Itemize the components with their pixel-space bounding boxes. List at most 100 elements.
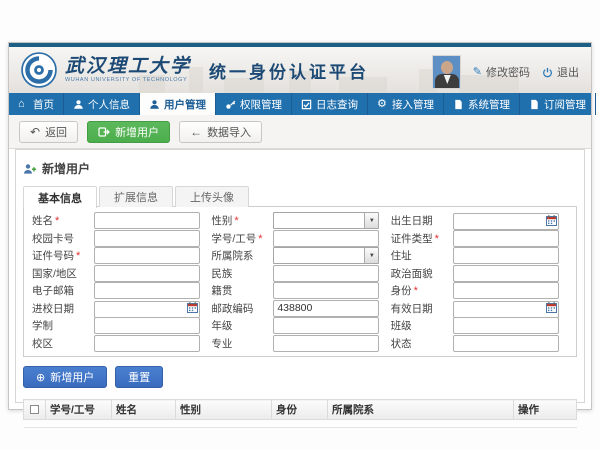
data-import-button[interactable]: ← 数据导入 bbox=[179, 121, 262, 143]
col-gender: 性别 bbox=[176, 400, 272, 420]
nav-label: 日志查询 bbox=[316, 97, 358, 112]
gender-select[interactable]: ▼ bbox=[273, 212, 379, 229]
entry-date-input[interactable] bbox=[94, 301, 200, 318]
select-all-checkbox[interactable] bbox=[30, 405, 39, 414]
user-icon bbox=[73, 99, 84, 110]
study-length-input[interactable] bbox=[94, 317, 200, 334]
identity-input[interactable] bbox=[453, 282, 559, 299]
nav-tab-home[interactable]: ⌂ 首页 bbox=[9, 93, 64, 115]
toolbar: ↶ 返回 新增用户 ← 数据导入 bbox=[9, 115, 591, 149]
submit-label: 新增用户 bbox=[50, 369, 94, 385]
email-input[interactable] bbox=[94, 282, 200, 299]
class-label: 班级 bbox=[391, 318, 453, 333]
main-nav: ⌂ 首页 个人信息 用户管理 权限管理 日志查询 ⚙ 接入管理 bbox=[9, 93, 591, 115]
import-arrow-icon: ← bbox=[190, 126, 202, 138]
department-select[interactable]: ▼ bbox=[273, 247, 379, 264]
reset-button[interactable]: 重置 bbox=[115, 366, 163, 388]
tab-upload-avatar[interactable]: 上传头像 bbox=[175, 186, 249, 207]
key-icon bbox=[225, 99, 236, 110]
user-table: 学号/工号 姓名 性别 身份 所属院系 操作 bbox=[23, 399, 577, 428]
class-input[interactable] bbox=[453, 317, 559, 334]
content-panel: 新增用户 基本信息 扩展信息 上传头像 姓名* 性别*▼ 出生日期 bbox=[15, 149, 585, 403]
calendar-icon[interactable] bbox=[187, 302, 198, 313]
campus-card-label: 校园卡号 bbox=[32, 231, 94, 246]
add-user-icon bbox=[98, 126, 110, 138]
address-input[interactable] bbox=[453, 247, 559, 264]
valid-date-input[interactable] bbox=[453, 301, 559, 318]
form-actions: ⊕ 新增用户 重置 bbox=[23, 366, 577, 388]
status-input[interactable] bbox=[453, 335, 559, 352]
user-icon bbox=[149, 99, 160, 110]
country-label: 国家/地区 bbox=[32, 266, 94, 281]
user-avatar[interactable] bbox=[432, 55, 461, 89]
add-user-section-icon bbox=[23, 163, 37, 175]
file-icon bbox=[453, 99, 464, 110]
submit-add-user-button[interactable]: ⊕ 新增用户 bbox=[23, 366, 107, 388]
change-password-label: 修改密码 bbox=[486, 64, 530, 80]
major-label: 专业 bbox=[211, 336, 273, 351]
nav-label: 首页 bbox=[33, 97, 54, 112]
col-department: 所属院系 bbox=[328, 400, 514, 420]
section-title-row: 新增用户 bbox=[23, 160, 577, 177]
birth-date-input[interactable] bbox=[453, 213, 559, 230]
back-button[interactable]: ↶ 返回 bbox=[19, 121, 78, 143]
university-name: 武汉理工大学 bbox=[65, 57, 191, 76]
import-label: 数据导入 bbox=[207, 124, 251, 140]
nav-tab-log-query[interactable]: 日志查询 bbox=[292, 93, 368, 115]
pencil-icon: ✎ bbox=[473, 67, 482, 78]
nav-tab-subscription-management[interactable]: 订阅管理 bbox=[520, 93, 596, 115]
col-name: 姓名 bbox=[112, 400, 176, 420]
postal-code-input[interactable] bbox=[273, 300, 379, 317]
political-status-input[interactable] bbox=[453, 265, 559, 282]
tab-label: 扩展信息 bbox=[114, 189, 158, 205]
tab-basic-info[interactable]: 基本信息 bbox=[23, 186, 97, 208]
id-number-input[interactable] bbox=[94, 247, 200, 264]
nav-tab-personal-info[interactable]: 个人信息 bbox=[64, 93, 140, 115]
tab-extended-info[interactable]: 扩展信息 bbox=[99, 186, 173, 207]
nav-tab-user-management[interactable]: 用户管理 bbox=[140, 93, 216, 115]
student-id-input[interactable] bbox=[273, 230, 379, 247]
name-input[interactable] bbox=[94, 212, 200, 229]
political-status-label: 政治面貌 bbox=[391, 266, 453, 281]
nav-tab-system-management[interactable]: 系统管理 bbox=[444, 93, 520, 115]
entry-date-label: 进校日期 bbox=[32, 301, 94, 316]
page: 武汉理工大学 WUHAN UNIVERSITY OF TECHNOLOGY 统一… bbox=[0, 0, 600, 450]
nav-label: 用户管理 bbox=[164, 97, 206, 112]
grade-input[interactable] bbox=[273, 317, 379, 334]
valid-date-label: 有效日期 bbox=[391, 301, 453, 316]
campus-label: 校区 bbox=[32, 336, 94, 351]
logout-link[interactable]: 退出 bbox=[542, 64, 579, 80]
calendar-icon[interactable] bbox=[546, 302, 557, 313]
id-type-input[interactable] bbox=[453, 230, 559, 247]
home-icon: ⌂ bbox=[18, 99, 29, 110]
nav-label: 权限管理 bbox=[240, 97, 282, 112]
nav-tab-access-management[interactable]: ⚙ 接入管理 bbox=[368, 93, 444, 115]
university-name-en: WUHAN UNIVERSITY OF TECHNOLOGY bbox=[65, 78, 191, 84]
campus-input[interactable] bbox=[94, 335, 200, 352]
ethnicity-input[interactable] bbox=[273, 265, 379, 282]
nav-label: 订阅管理 bbox=[544, 97, 586, 112]
address-label: 住址 bbox=[391, 248, 453, 263]
status-label: 状态 bbox=[391, 336, 453, 351]
calendar-icon[interactable] bbox=[546, 215, 557, 226]
major-input[interactable] bbox=[273, 335, 379, 352]
native-place-input[interactable] bbox=[273, 282, 379, 299]
change-password-link[interactable]: ✎ 修改密码 bbox=[473, 64, 530, 80]
header: 武汉理工大学 WUHAN UNIVERSITY OF TECHNOLOGY 统一… bbox=[9, 47, 591, 93]
col-identity: 身份 bbox=[272, 400, 328, 420]
university-logo-icon bbox=[21, 52, 57, 88]
add-user-toolbar-button[interactable]: 新增用户 bbox=[87, 121, 170, 143]
add-user-label: 新增用户 bbox=[115, 124, 159, 140]
tab-label: 上传头像 bbox=[190, 189, 234, 205]
col-student-id: 学号/工号 bbox=[46, 400, 112, 420]
tab-label: 基本信息 bbox=[38, 190, 82, 206]
reset-label: 重置 bbox=[128, 369, 150, 385]
file-icon bbox=[529, 99, 540, 110]
nav-tab-permission-management[interactable]: 权限管理 bbox=[216, 93, 292, 115]
identity-label: 身份* bbox=[391, 283, 453, 298]
basic-info-form: 姓名* 性别*▼ 出生日期 校园卡号 学号/工号* 证件类型* 证件号码* bbox=[23, 206, 577, 357]
avatar-head bbox=[441, 61, 453, 74]
campus-card-input[interactable] bbox=[94, 230, 200, 247]
nav-label: 个人信息 bbox=[88, 97, 130, 112]
country-input[interactable] bbox=[94, 265, 200, 282]
